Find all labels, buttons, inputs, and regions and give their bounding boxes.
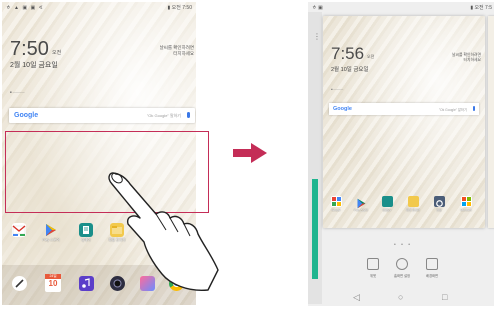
microsoft-folder-icon <box>460 196 472 207</box>
app-settings[interactable]: 설정 <box>429 196 449 212</box>
gmail-icon <box>12 223 26 237</box>
app-label: Google <box>331 208 341 212</box>
google-folder-icon <box>330 196 342 207</box>
status-time: ▮ 오전 7:5 <box>470 5 492 11</box>
qmemo-icon <box>381 196 393 207</box>
app-microsoft[interactable]: Microsoft <box>456 196 476 212</box>
clock-time[interactable]: 7:50 <box>10 38 49 61</box>
back-button[interactable]: ◁ <box>353 292 360 303</box>
side-accent-bar <box>312 179 318 279</box>
google-hint: "Ok Google" 말하기 <box>438 108 467 112</box>
app-play-store[interactable]: Play 스토어 <box>351 196 371 212</box>
clock-time: 7:56 <box>331 44 365 63</box>
app-qmemo[interactable]: Q메모+ <box>377 196 397 212</box>
qmemo-icon <box>79 223 93 237</box>
clock-date: 2월 10일 금요일 <box>331 67 369 73</box>
mic-icon <box>472 106 475 111</box>
right-arrow-icon <box>233 143 267 163</box>
widget-caption: ■ ———— <box>10 90 25 94</box>
clock-date: 2월 10일 금요일 <box>10 62 58 69</box>
pen-icon[interactable] <box>12 276 27 291</box>
home-screen-preview[interactable]: 7:56 오전 2월 10일 금요일 날씨를 확인하려면 터치하세요 ■ ———… <box>323 16 485 228</box>
app-label: Q메이 <box>81 238 91 242</box>
google-logo: Google <box>14 112 39 119</box>
right-tablet-screen: ㅎ ▣ ▮ 오전 7:5 ⋮ 7:56 오전 2월 10일 금요일 날씨를 확인… <box>308 2 494 306</box>
next-page-strip[interactable] <box>488 16 494 228</box>
music-icon[interactable] <box>79 276 94 291</box>
status-bar: ㅎ ▲ ▣ ▣ ∢ ▮ 오전 7:50 <box>2 2 196 12</box>
app-file-manager[interactable]: 파일 관리자 <box>403 196 423 212</box>
play-store-icon <box>44 223 58 237</box>
option-home-settings[interactable]: 홈화면 설정 <box>385 258 419 278</box>
widget-icon <box>367 258 379 270</box>
weather-widget[interactable]: 날씨를 확인하려면 터치하세요 <box>138 45 194 57</box>
calendar-icon[interactable]: 24일 10 <box>45 274 61 292</box>
home-button[interactable]: ○ <box>398 292 403 302</box>
option-wallpaper[interactable]: 배경화면 <box>415 258 449 278</box>
google-hint: "Ok Google" 말하기 <box>146 113 181 118</box>
weather-widget: 날씨를 확인하려면 터치하세요 <box>431 53 481 63</box>
play-store-icon <box>356 196 367 209</box>
status-icons: ㅎ ▲ ▣ ▣ ∢ <box>6 5 44 11</box>
app-play-store[interactable]: Play 스토어 <box>40 223 62 243</box>
file-manager-icon <box>407 196 419 207</box>
app-google[interactable]: Google <box>326 196 346 212</box>
status-time: ▮ 오전 7:50 <box>167 5 192 11</box>
settings-icon <box>433 196 445 207</box>
more-options-icon[interactable]: ⋮ <box>313 32 321 41</box>
recent-apps-button[interactable]: □ <box>442 292 447 302</box>
clock-ampm: 오전 <box>367 54 375 59</box>
weather-line-2: 터치하세요 <box>463 58 481 62</box>
calendar-day: 10 <box>48 279 58 288</box>
wallpaper-icon <box>426 258 438 270</box>
app-gmail[interactable] <box>8 223 30 238</box>
app-label: Microsoft <box>460 208 472 212</box>
mic-icon[interactable] <box>187 112 190 118</box>
status-bar: ㅎ ▣ ▮ 오전 7:5 <box>308 2 494 12</box>
home-settings-icon <box>396 258 408 270</box>
clock-ampm: 오전 <box>52 50 62 56</box>
status-icons: ㅎ ▣ <box>312 5 323 11</box>
app-label: Q메모+ <box>382 208 392 212</box>
option-label: 홈화면 설정 <box>393 274 411 278</box>
weather-line-2: 터치하세요 <box>173 51 194 56</box>
app-qmemo[interactable]: Q메이 <box>75 223 97 243</box>
google-search-bar: Google "Ok Google" 말하기 <box>329 103 479 115</box>
pinch-gesture-hand-illustration <box>108 172 219 291</box>
google-search-bar[interactable]: Google "Ok Google" 말하기 <box>9 108 195 123</box>
page-indicator: • • • <box>394 242 413 248</box>
app-label: 파일 관리자 <box>406 208 420 212</box>
app-label: Play 스토어 <box>42 238 60 242</box>
google-logo: Google <box>333 106 352 112</box>
option-label: 배경화면 <box>425 274 439 278</box>
widget-caption: ■ ———— <box>331 88 344 91</box>
